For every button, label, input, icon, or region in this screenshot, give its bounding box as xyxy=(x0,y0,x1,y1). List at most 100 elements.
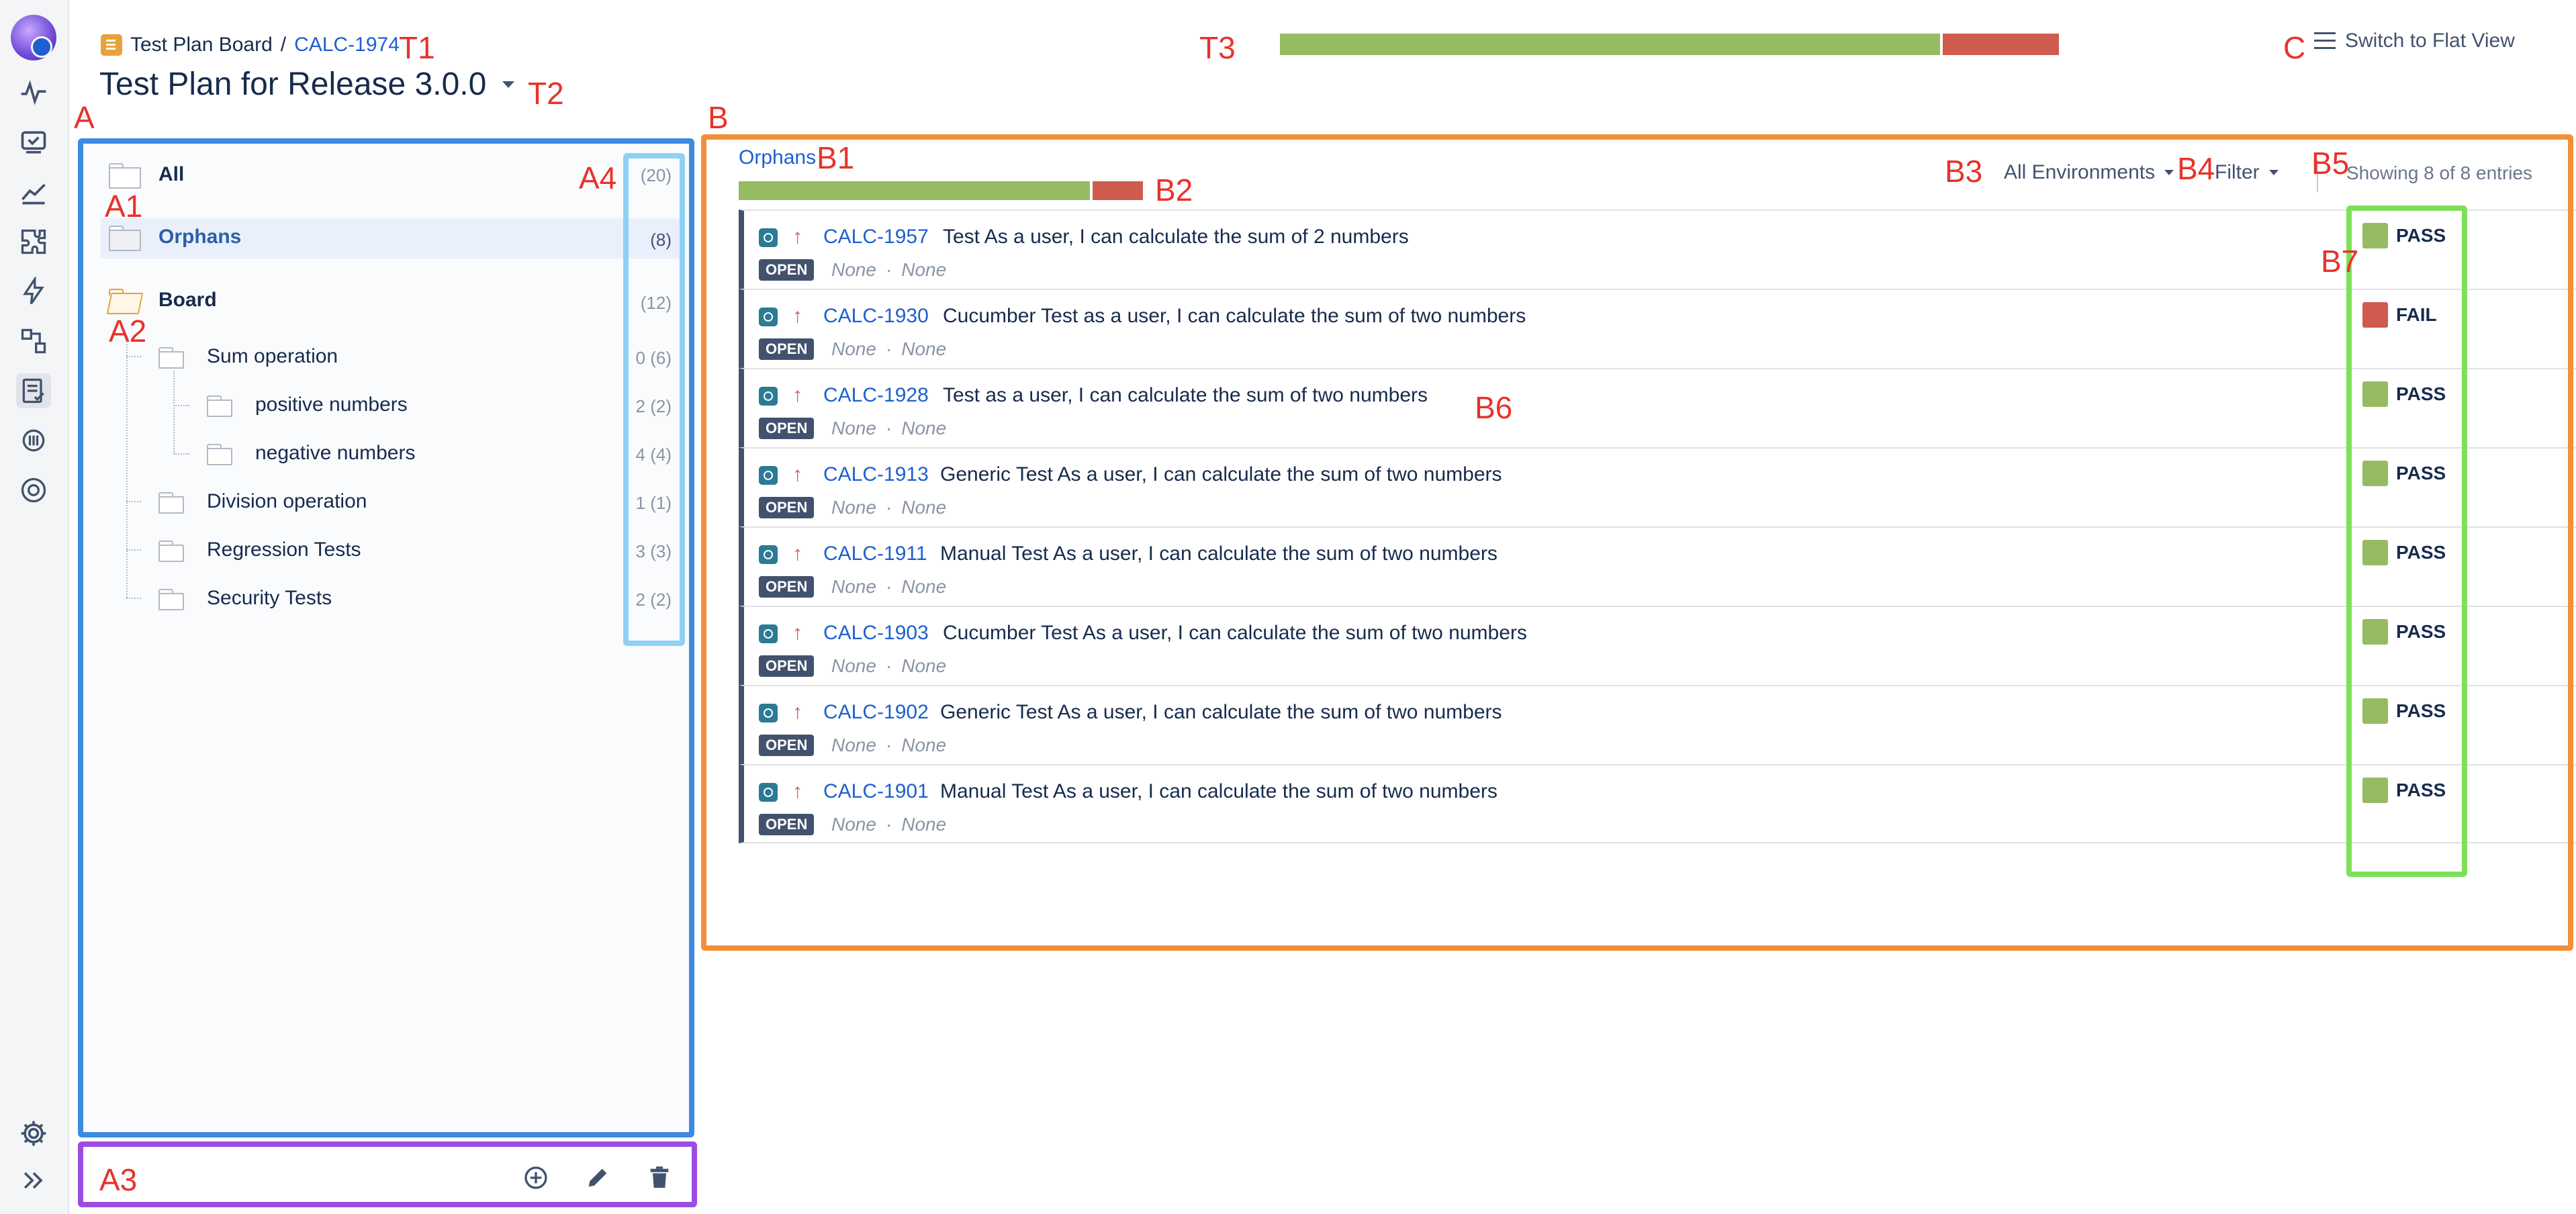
test-execution-icon[interactable] xyxy=(16,125,51,160)
test-result[interactable]: PASS xyxy=(2362,778,2446,803)
test-key-link[interactable]: CALC-1957 xyxy=(823,226,929,248)
result-label: PASS xyxy=(2396,700,2446,721)
test-row[interactable]: ↑ CALC-1928 Test as a user, I can calculat… xyxy=(739,368,2576,447)
result-label: PASS xyxy=(2396,383,2446,404)
priority-arrow-icon: ↑ xyxy=(792,543,802,565)
tree-node-folder[interactable]: positive numbers xyxy=(207,393,408,417)
test-result[interactable]: PASS xyxy=(2362,619,2446,645)
result-color-swatch xyxy=(2362,223,2388,248)
test-result[interactable]: PASS xyxy=(2362,223,2446,248)
test-meta-value: None xyxy=(901,814,947,835)
section-title[interactable]: Orphans xyxy=(739,146,816,169)
settings-circle-icon[interactable] xyxy=(16,473,51,508)
folder-icon xyxy=(158,347,184,369)
tree-count: 0 (6) xyxy=(635,348,672,368)
progress-fail-segment xyxy=(1093,181,1143,200)
test-key-link[interactable]: CALC-1930 xyxy=(823,305,929,328)
test-meta: None · None xyxy=(831,655,946,677)
tree-connector xyxy=(173,405,189,406)
breadcrumb: Test Plan Board / CALC-1974 xyxy=(101,34,400,56)
test-type-icon xyxy=(759,228,778,247)
activity-icon[interactable] xyxy=(16,75,51,110)
tree-node-label: positive numbers xyxy=(255,393,408,416)
environment-dropdown[interactable]: All Environments xyxy=(2004,161,2174,184)
test-row[interactable]: ↑ CALC-1902 Generic Test As a user, I can … xyxy=(739,685,2576,764)
tree-node-folder[interactable]: negative numbers xyxy=(207,442,415,465)
test-key-link[interactable]: CALC-1901 xyxy=(823,780,929,803)
test-meta-value: None xyxy=(901,259,947,280)
test-type-icon xyxy=(759,624,778,643)
lightning-icon[interactable] xyxy=(16,274,51,309)
gear-icon[interactable] xyxy=(16,1116,51,1151)
tree-node-board[interactable]: Board xyxy=(109,289,217,312)
expand-icon[interactable] xyxy=(16,1163,51,1198)
tree-node-all[interactable]: All xyxy=(109,163,184,189)
test-key-link[interactable]: CALC-1928 xyxy=(823,384,929,407)
meta-separator: · xyxy=(885,497,892,518)
annotation-label: B2 xyxy=(1155,173,1193,207)
test-meta-value: None xyxy=(831,497,876,518)
test-row[interactable]: ↑ CALC-1930 Cucumber Test as a user, I can… xyxy=(739,289,2576,368)
meta-separator: · xyxy=(885,655,892,676)
tree-node-folder[interactable]: Security Tests xyxy=(158,587,332,610)
status-badge: OPEN xyxy=(759,814,815,835)
chevron-down-icon[interactable] xyxy=(502,81,515,88)
test-key-link[interactable]: CALC-1913 xyxy=(823,463,929,486)
test-result[interactable]: FAIL xyxy=(2362,302,2437,328)
switch-to-flat-view-button[interactable]: Switch to Flat View xyxy=(2314,30,2515,52)
test-result[interactable]: PASS xyxy=(2362,381,2446,407)
test-key-link[interactable]: CALC-1903 xyxy=(823,622,929,645)
test-result[interactable]: PASS xyxy=(2362,698,2446,724)
test-result[interactable]: PASS xyxy=(2362,540,2446,565)
tree-node-folder[interactable]: Sum operation xyxy=(158,345,338,369)
puzzle-icon[interactable] xyxy=(16,224,51,259)
progress-pass-segment xyxy=(1280,34,1940,55)
folder-icon xyxy=(158,589,184,610)
priority-arrow-icon: ↑ xyxy=(792,701,802,723)
pencil-icon[interactable] xyxy=(584,1164,611,1191)
test-repository-icon[interactable] xyxy=(16,324,51,359)
test-result[interactable]: PASS xyxy=(2362,461,2446,486)
filter-dropdown[interactable]: Filter xyxy=(2215,161,2279,184)
tree-node-orphans[interactable]: Orphans xyxy=(109,226,241,251)
list-icon xyxy=(2314,32,2336,50)
test-meta: None · None xyxy=(831,259,946,281)
coverage-icon[interactable] xyxy=(16,423,51,458)
annotation-label: B7 xyxy=(2321,244,2359,279)
app-logo-icon[interactable] xyxy=(11,15,56,60)
tree-node-folder[interactable]: Regression Tests xyxy=(158,539,361,562)
test-row[interactable]: ↑ CALC-1901 Manual Test As a user, I can c… xyxy=(739,764,2576,843)
test-plan-icon[interactable] xyxy=(16,373,51,408)
result-label: PASS xyxy=(2396,621,2446,642)
test-row[interactable]: ↑ CALC-1913 Generic Test As a user, I can … xyxy=(739,447,2576,526)
test-row[interactable]: ↑ CALC-1911 Manual Test As a user, I can c… xyxy=(739,526,2576,606)
meta-separator: · xyxy=(885,814,892,835)
breadcrumb-issue-key[interactable]: CALC-1974 xyxy=(294,34,400,56)
page-title-text: Test Plan for Release 3.0.0 xyxy=(99,66,487,102)
result-color-swatch xyxy=(2362,302,2388,328)
test-row[interactable]: ↑ CALC-1957 Test As a user, I can calculat… xyxy=(739,209,2576,289)
page-title[interactable]: Test Plan for Release 3.0.0 xyxy=(99,66,515,103)
priority-arrow-icon: ↑ xyxy=(792,384,802,406)
test-key-link[interactable]: CALC-1911 xyxy=(823,543,927,565)
breadcrumb-board[interactable]: Test Plan Board xyxy=(130,34,273,56)
tree-connector xyxy=(126,549,141,551)
folder-icon xyxy=(109,226,141,251)
test-row[interactable]: ↑ CALC-1903 Cucumber Test As a user, I can… xyxy=(739,606,2576,685)
tree-node-folder[interactable]: Division operation xyxy=(158,490,367,514)
tree-node-label: negative numbers xyxy=(255,442,416,464)
trash-icon[interactable] xyxy=(646,1164,673,1191)
tree-node-label: Regression Tests xyxy=(207,539,361,561)
result-color-swatch xyxy=(2362,778,2388,803)
tree-node-label: Sum operation xyxy=(207,345,338,367)
reports-icon[interactable] xyxy=(16,175,51,209)
add-circle-icon[interactable] xyxy=(522,1164,549,1191)
entries-count: Showing 8 of 8 entries xyxy=(2346,162,2533,183)
result-label: PASS xyxy=(2396,463,2446,483)
folder-icon xyxy=(207,444,232,465)
result-label: PASS xyxy=(2396,225,2446,246)
test-summary: Test As a user, I can calculate the sum … xyxy=(943,226,1409,248)
test-summary: Cucumber Test as a user, I can calculate… xyxy=(943,305,1526,327)
test-key-link[interactable]: CALC-1902 xyxy=(823,701,929,724)
chevron-down-icon xyxy=(2164,170,2174,175)
